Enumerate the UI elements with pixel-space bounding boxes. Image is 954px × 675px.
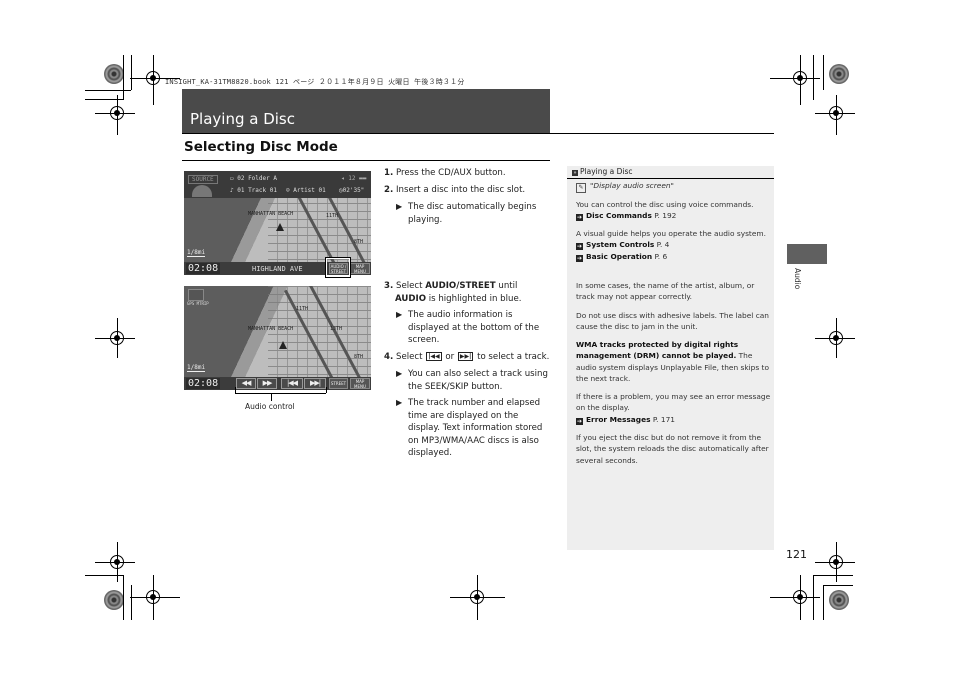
- note-drm: WMA tracks protected by digital rights m…: [576, 340, 769, 383]
- artist-name: ☺ Artist 01: [286, 187, 326, 194]
- arrow-icon: ▶: [396, 202, 403, 211]
- voice-command-icon: ✎: [576, 183, 586, 193]
- section-divider: [182, 160, 550, 161]
- gps-button: GPS MTRIP: [187, 301, 209, 306]
- vehicle-position-icon: [276, 223, 284, 231]
- note-names: In some cases, the name of the artist, a…: [576, 281, 755, 302]
- note-error: If there is a problem, you may see an er…: [576, 392, 771, 425]
- voice-command: ✎ "Display audio screen": [576, 180, 771, 193]
- skip-back-icon: |◀◀: [426, 352, 442, 361]
- map-label: MANHATTAN BEACH: [248, 211, 294, 217]
- chapter-tab: [787, 244, 827, 264]
- map-label: 8TH: [354, 354, 364, 360]
- step-2-result: ▶ The disc automatically begins playing.: [396, 202, 537, 225]
- arrow-icon: ▶: [396, 369, 403, 378]
- color-rosette-icon: [829, 590, 849, 610]
- clock: 02:08: [186, 263, 221, 274]
- link-error-messages[interactable]: ➔ Error Messages: [576, 415, 651, 425]
- skip-forward-icon: ▶▶|: [457, 352, 474, 361]
- map-label: 13TH: [330, 326, 343, 332]
- gps-icon: [188, 289, 204, 301]
- rewind-button[interactable]: ◀◀: [236, 378, 256, 389]
- chapter-tab-label: Audio: [793, 268, 802, 290]
- link-system-controls[interactable]: ➔ System Controls: [576, 240, 654, 251]
- nav-screen-audio-control: GPS MTRIP 11TH MANHATTAN BEACH 13TH 8TH …: [184, 286, 371, 390]
- reference-icon: »: [572, 170, 578, 176]
- fast-forward-button[interactable]: ▶▶: [257, 378, 277, 389]
- track-name: ♪ 01 Track 01: [230, 187, 277, 194]
- map-scale: 1/8mi: [187, 364, 206, 372]
- step-4: 4. Select |◀◀ or ▶▶| to select a track.: [384, 352, 550, 362]
- side-note-panel: » Playing a Disc ✎ "Display audio screen" …: [567, 166, 774, 550]
- map-menu-button[interactable]: MAP MENU: [350, 378, 370, 389]
- page-title: Playing a Disc: [190, 110, 295, 128]
- side-panel-heading: » Playing a Disc: [572, 167, 633, 176]
- color-rosette-icon: [104, 64, 124, 84]
- clock: 02:08: [186, 378, 221, 389]
- map-menu-button[interactable]: MAP MENU: [350, 263, 370, 274]
- note-voice: You can control the disc using voice com…: [576, 200, 754, 222]
- title-divider: [182, 133, 774, 134]
- step-4-note-2: ▶ The track number and elapsed time are d…: [396, 398, 543, 458]
- audio-street-highlight: [326, 258, 350, 277]
- arrow-icon: ▶: [396, 398, 403, 407]
- arrow-icon: ▶: [396, 310, 403, 319]
- source-button: SOURCE: [188, 175, 218, 184]
- skip-forward-button[interactable]: ▶▶|: [304, 378, 326, 389]
- skip-back-button[interactable]: |◀◀: [281, 378, 303, 389]
- link-disc-commands[interactable]: ➔ Disc Commands: [576, 211, 652, 222]
- page-title-bar: Playing a Disc: [182, 89, 550, 133]
- note-adhesive: Do not use discs with adhesive labels. T…: [576, 311, 769, 332]
- step-1: 1. Press the CD/AUX button.: [384, 168, 506, 178]
- note-visual-guide: A visual guide helps you operate the aud…: [576, 229, 766, 262]
- section-title: Selecting Disc Mode: [184, 139, 338, 155]
- step-3: 3. Select AUDIO/STREET until AUDIO is hi…: [384, 281, 522, 304]
- map-label: 11TH: [296, 306, 309, 312]
- map-label: 11TH: [326, 213, 339, 219]
- map-scale: 1/8mi: [187, 249, 206, 257]
- step-4-note-1: ▶ You can also select a track using the S…: [396, 369, 548, 392]
- print-header: INSIGHT_KA-31TM8820.book 121 ページ ２０１１年８月…: [165, 78, 465, 86]
- color-rosette-icon: [829, 64, 849, 84]
- street-button[interactable]: STREET: [329, 378, 348, 389]
- vehicle-position-icon: [279, 341, 287, 349]
- map-label: 8TH: [354, 239, 364, 245]
- elapsed-time: ◷02'35": [339, 187, 365, 194]
- street-name: HIGHLAND AVE: [252, 265, 303, 273]
- step-3-result: ▶ The audio information is displayed at t…: [396, 310, 540, 345]
- link-basic-operation[interactable]: ➔ Basic Operation: [576, 252, 652, 262]
- map-label: MANHATTAN BEACH: [248, 326, 294, 332]
- folder-name: ▭ 02 Folder A: [230, 175, 277, 182]
- volume-indicator: ◂ 12 ▬▬: [341, 175, 367, 182]
- color-rosette-icon: [104, 590, 124, 610]
- audio-control-callout: Audio control: [245, 402, 295, 411]
- note-eject: If you eject the disc but do not remove …: [576, 433, 769, 465]
- step-2: 2. Insert a disc into the disc slot.: [384, 185, 526, 195]
- page-number: 121: [786, 548, 807, 561]
